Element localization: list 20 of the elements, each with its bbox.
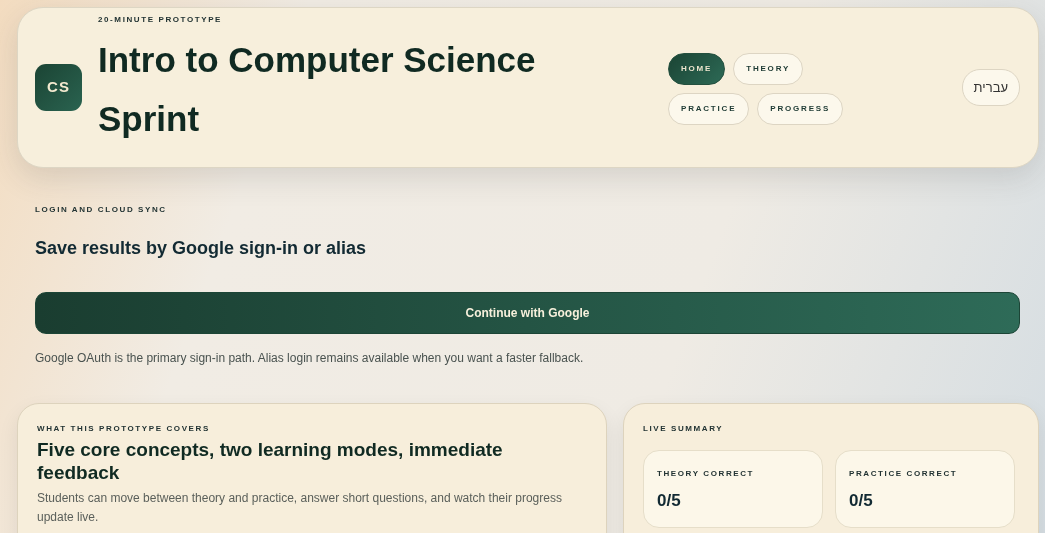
page-title: Intro to Computer Science Sprint [98,38,537,140]
eyebrow-label: 20-MINUTE PROTOTYPE [98,13,224,26]
card-text: Students can move between theory and practice, answer short questions, and watch their progress update live. [37,489,563,526]
stat-label: THEORY CORRECT [657,468,756,480]
language-button[interactable]: עברית [961,69,1020,106]
nav-tab[interactable]: PRACTICE [668,93,750,125]
nav-tab[interactable]: HOME [668,53,726,85]
section-label: LOGIN AND CLOUD SYNC [35,204,168,216]
nav-tab[interactable]: THEORY [733,53,804,85]
card-heading: Five core concepts, two learning modes, immediate feedback [37,439,504,485]
stat-value: 0/5 [849,490,874,512]
nav-tab[interactable]: PROGRESS [757,93,844,125]
section-heading: Save results by Google sign-in or alias [35,237,368,260]
google-sign-in-button[interactable]: Continue with Google [35,292,1020,334]
help-text: Google OAuth is the primary sign-in path. Alias login remains available when you want a faster fallback. [35,350,585,367]
stat-value: 0/5 [657,490,682,512]
card-label: LIVE SUMMARY [643,423,725,435]
logo: CS [35,64,82,111]
stat-label: PRACTICE CORRECT [849,468,959,480]
card-label: WHAT THIS PROTOTYPE COVERS [37,423,211,435]
